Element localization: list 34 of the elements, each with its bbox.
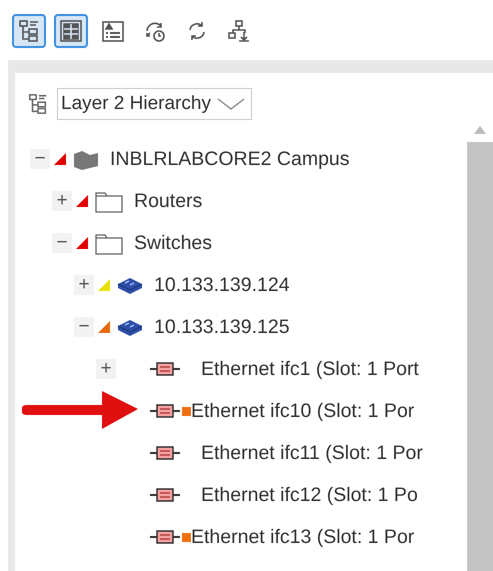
tree-node-label[interactable]: INBLRLABCORE2 Campus xyxy=(110,148,350,170)
tree-node-label[interactable]: Routers xyxy=(134,190,202,212)
ethernet-port-icon xyxy=(150,445,180,461)
switch-icon xyxy=(116,317,144,337)
hierarchy-download-icon xyxy=(227,19,251,43)
view-dropdown[interactable]: Layer 2 Hierarchy xyxy=(57,88,252,120)
tree-node-label[interactable]: Ethernet ifc11 (Slot: 1 Por xyxy=(201,442,423,464)
ethernet-port-icon xyxy=(150,487,180,503)
chevron-down-icon xyxy=(216,97,245,111)
tree-icon xyxy=(27,93,49,115)
switch-icon xyxy=(116,275,144,295)
tree-node-label[interactable]: 10.133.139.125 xyxy=(154,316,290,338)
collapse-toggle[interactable]: − xyxy=(74,317,94,337)
details-icon xyxy=(101,19,125,43)
expand-toggle[interactable]: + xyxy=(74,275,94,295)
tree-node-label[interactable]: Ethernet ifc10 (Slot: 1 Por xyxy=(191,400,414,422)
tree-node-label[interactable]: Ethernet ifc1 (Slot: 1 Port xyxy=(201,358,419,380)
toolbar-button[interactable] xyxy=(12,14,46,48)
tree-node-label[interactable]: 10.133.139.124 xyxy=(154,274,290,296)
buildings-icon xyxy=(72,148,100,170)
ethernet-port-icon xyxy=(150,361,180,377)
tree-node-label[interactable]: Ethernet ifc12 (Slot: 1 Po xyxy=(201,484,418,506)
expand-toggle[interactable]: + xyxy=(96,359,116,379)
expand-toggle[interactable]: + xyxy=(52,191,72,211)
collapse-toggle[interactable]: − xyxy=(52,233,72,253)
tree-node-label[interactable]: Switches xyxy=(134,232,212,254)
tree-icon xyxy=(17,19,41,43)
toolbar-button[interactable] xyxy=(54,14,88,48)
ethernet-port-icon xyxy=(150,403,180,419)
tree-node-label[interactable]: Ethernet ifc13 (Slot: 1 Por xyxy=(191,526,414,548)
scrollbar-track[interactable] xyxy=(467,142,493,571)
grid-icon xyxy=(59,19,83,43)
ethernet-port-icon xyxy=(150,529,180,545)
collapse-toggle[interactable]: − xyxy=(30,149,50,169)
